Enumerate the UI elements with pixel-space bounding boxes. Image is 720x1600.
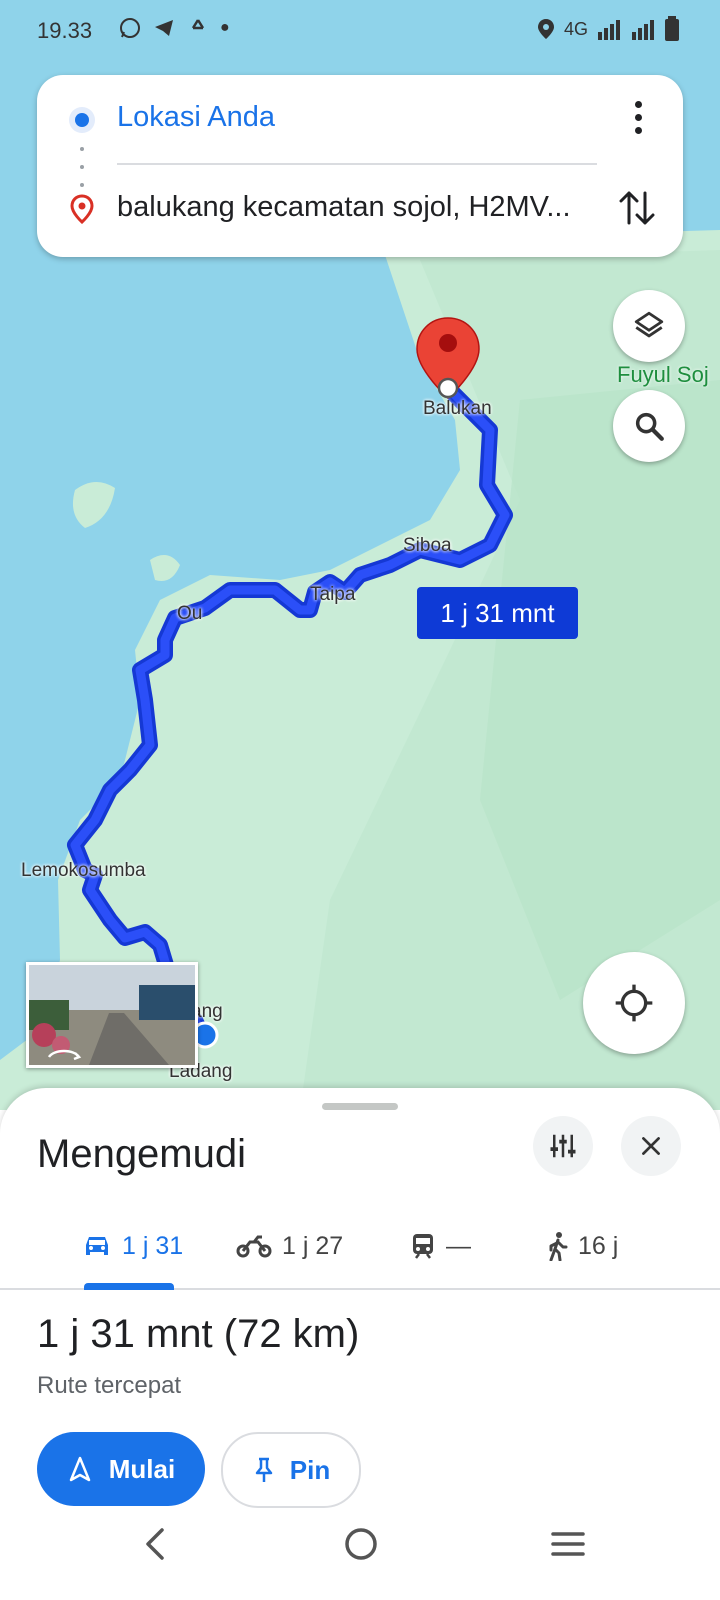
network-type: 4G: [563, 18, 588, 39]
signal-1-icon: [598, 20, 620, 40]
close-icon: [642, 1137, 660, 1155]
tab-transit-label: —: [446, 1231, 471, 1260]
motorcycle-icon: [236, 1235, 272, 1258]
directions-card: Lokasi Anda balukang kecamatan sojol, H2…: [37, 75, 683, 257]
car-icon: [86, 1237, 108, 1255]
search-icon: [635, 412, 664, 441]
tab-walking-label: 16 j: [578, 1231, 619, 1260]
more-options-button[interactable]: [623, 97, 653, 137]
place-label-fuyul[interactable]: Fuyul Soj: [617, 362, 709, 388]
navigation-arrow-icon: [69, 1456, 91, 1482]
walk-icon: [549, 1232, 568, 1261]
tab-driving[interactable]: 1 j 31: [82, 1204, 183, 1288]
tab-motorcycle[interactable]: 1 j 27: [236, 1204, 343, 1288]
pin-route-button[interactable]: Pin: [221, 1432, 361, 1508]
origin-dot-icon: [69, 107, 95, 133]
system-navigation-bar: [0, 1500, 720, 1600]
train-icon: [413, 1234, 433, 1259]
telegram-icon: [155, 20, 173, 36]
place-label-lemokosumba[interactable]: Lemokosumba: [21, 860, 146, 882]
back-icon[interactable]: [140, 1522, 170, 1566]
route-options-button[interactable]: [533, 1116, 593, 1176]
home-icon[interactable]: [341, 1522, 381, 1566]
tab-transit[interactable]: —: [410, 1204, 471, 1288]
street-view-thumbnail[interactable]: [26, 962, 198, 1068]
start-navigation-button[interactable]: Mulai: [37, 1432, 205, 1506]
swap-directions-icon[interactable]: [617, 183, 657, 233]
place-label-taipa[interactable]: Taipa: [310, 584, 355, 606]
tab-motorcycle-label: 1 j 27: [282, 1231, 344, 1260]
pin-icon: [255, 1457, 273, 1482]
route-time-bubble[interactable]: 1 j 31 mnt: [417, 587, 578, 639]
signal-2-icon: [632, 20, 654, 40]
active-tab-indicator: [84, 1283, 174, 1290]
layers-icon: [634, 311, 664, 338]
sheet-title: Mengemudi: [37, 1132, 247, 1176]
location-icon: [537, 19, 554, 39]
battery-icon: [665, 16, 679, 41]
start-button-label: Mulai: [108, 1453, 176, 1484]
tab-walking[interactable]: 16 j: [546, 1204, 618, 1288]
route-note: Rute tercepat: [37, 1372, 182, 1399]
place-label-siboa[interactable]: Siboa: [403, 535, 452, 557]
my-location-button[interactable]: [583, 952, 685, 1054]
status-bar: 19.33 ● 4G: [0, 0, 720, 60]
tune-icon: [550, 1134, 576, 1158]
tab-driving-label: 1 j 31: [122, 1231, 184, 1260]
drag-handle[interactable]: [322, 1103, 398, 1110]
place-label-balukan[interactable]: Balukan: [423, 398, 492, 420]
route-connector: [80, 147, 84, 187]
recents-menu-icon[interactable]: [550, 1522, 586, 1566]
recycle-icon: [191, 19, 205, 30]
close-button[interactable]: [621, 1116, 681, 1176]
search-along-route-button[interactable]: [613, 390, 685, 462]
crosshair-icon: [615, 984, 653, 1022]
pin-button-label: Pin: [289, 1454, 331, 1485]
origin-field[interactable]: Lokasi Anda: [117, 101, 275, 134]
whatsapp-icon: [120, 18, 140, 38]
place-label-ou[interactable]: Ou: [177, 603, 202, 625]
more-vert-icon: [634, 100, 642, 108]
destination-field[interactable]: balukang kecamatan sojol, H2MV...: [117, 191, 571, 224]
layers-button[interactable]: [613, 290, 685, 362]
destination-pin-icon: [70, 194, 94, 224]
status-time: 19.33: [37, 18, 93, 43]
travel-mode-tabs: 1 j 31 1 j 27 — 16 j: [0, 1204, 720, 1290]
notification-dot-icon: ●: [220, 19, 230, 36]
route-summary: 1 j 31 mnt (72 km): [37, 1312, 360, 1356]
